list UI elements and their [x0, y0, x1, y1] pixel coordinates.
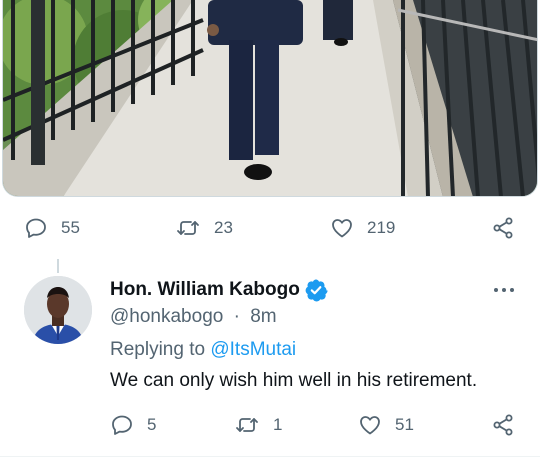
- handle-row: @honkabogo · 8m: [110, 306, 277, 328]
- avatar[interactable]: [24, 276, 92, 344]
- author-handle[interactable]: @honkabogo: [110, 306, 223, 327]
- top-tweet-action-bar: 55 23 219: [0, 216, 540, 240]
- share-button[interactable]: [491, 216, 515, 240]
- like-button[interactable]: 51: [358, 413, 414, 437]
- retweet-button[interactable]: 23: [176, 216, 233, 240]
- retweet-icon: [177, 221, 199, 235]
- display-name[interactable]: Hon. William Kabogo: [110, 279, 300, 301]
- reply-icon: [26, 218, 46, 238]
- like-count: 51: [395, 415, 414, 434]
- reply-button[interactable]: 5: [110, 413, 156, 437]
- replying-to-line: Replying to @ItsMutai: [110, 339, 296, 361]
- retweet-count: 23: [214, 218, 233, 237]
- like-icon: [332, 219, 352, 238]
- reply-icon: [112, 415, 132, 435]
- timestamp[interactable]: 8m: [250, 306, 276, 327]
- reply-count: 55: [61, 218, 80, 237]
- retweet-count: 1: [273, 415, 283, 434]
- replying-to-label: Replying to: [110, 339, 206, 360]
- replying-to-mention[interactable]: @ItsMutai: [210, 339, 296, 360]
- like-button[interactable]: 219: [330, 216, 395, 240]
- reply-tweet-action-bar: 5 1 51: [0, 413, 540, 437]
- author-row: Hon. William Kabogo: [110, 278, 328, 302]
- reply-count: 5: [147, 415, 157, 434]
- tweet-text: We can only wish him well in his retirem…: [110, 370, 478, 391]
- verified-badge-icon: [305, 279, 328, 302]
- reply-button[interactable]: 55: [24, 216, 80, 240]
- thread-connector-line: [57, 259, 59, 273]
- divider: [0, 456, 540, 457]
- like-icon: [360, 416, 380, 435]
- share-icon: [493, 217, 513, 239]
- share-icon: [493, 414, 513, 436]
- separator-dot: ·: [233, 306, 240, 327]
- share-button[interactable]: [491, 413, 515, 437]
- tweet-media-image[interactable]: [2, 0, 538, 197]
- retweet-button[interactable]: 1: [235, 413, 282, 437]
- retweet-icon: [236, 418, 258, 432]
- like-count: 219: [367, 218, 396, 237]
- more-options-icon[interactable]: [492, 279, 516, 301]
